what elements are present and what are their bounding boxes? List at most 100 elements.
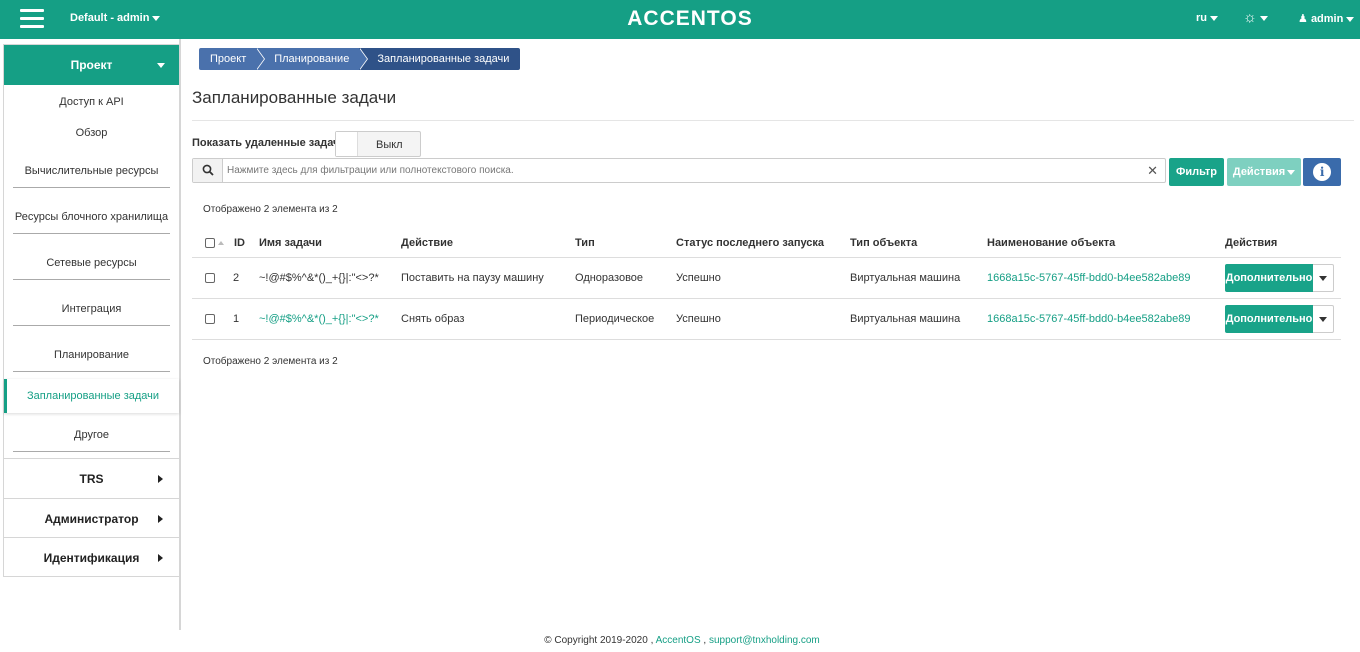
more-dropdown-toggle[interactable]	[1313, 264, 1334, 292]
col-actions: Действия	[1225, 237, 1278, 249]
col-object-name[interactable]: Наименование объекта	[987, 237, 1115, 249]
chevron-right-icon	[158, 475, 163, 483]
sidebar-item-block-storage[interactable]: Ресурсы блочного хранилища	[13, 211, 170, 234]
sidebar-item-integration[interactable]: Интеграция	[13, 303, 170, 326]
user-menu[interactable]: ♟ admin	[1298, 12, 1355, 25]
hamburger-menu-icon[interactable]	[20, 9, 44, 29]
row-task-name-link[interactable]: ~!@#$%^&*()_+{}|:"<>?*	[259, 313, 379, 325]
sun-icon: ☼	[1243, 9, 1257, 26]
actions-button-label: Действия	[1232, 166, 1286, 178]
breadcrumb-scheduling[interactable]: Планирование	[256, 48, 369, 70]
toggle-knob	[336, 132, 358, 156]
sidebar-project-label: Проект	[70, 58, 113, 72]
table-row: 2 ~!@#$%^&*()_+{}|:"<>?* Поставить на па…	[192, 258, 1341, 299]
footer-separator: ,	[703, 635, 707, 646]
sidebar-group-label: Идентификация	[43, 551, 140, 565]
col-task-name[interactable]: Имя задачи	[259, 237, 322, 249]
language-label: ru	[1196, 12, 1207, 24]
sort-asc-icon[interactable]	[218, 241, 224, 245]
footer-brand-link[interactable]: AccentOS	[656, 635, 701, 646]
row-action: Поставить на паузу машину	[401, 272, 544, 284]
row-object-type: Виртуальная машина	[850, 313, 961, 325]
col-object-type[interactable]: Тип объекта	[850, 237, 917, 249]
breadcrumb-project[interactable]: Проект	[199, 48, 266, 70]
row-id: 2	[233, 272, 240, 284]
item-count-top: Отображено 2 элемента из 2	[203, 204, 338, 215]
more-button[interactable]: Дополнительно	[1225, 264, 1313, 292]
search-icon	[193, 159, 223, 182]
sidebar-group-trs[interactable]: TRS	[4, 458, 179, 498]
row-object-type: Виртуальная машина	[850, 272, 961, 284]
sidebar: Проект Доступ к API Обзор Вычислительные…	[3, 44, 180, 577]
sidebar-item-network[interactable]: Сетевые ресурсы	[13, 257, 170, 280]
chevron-down-icon	[1319, 276, 1327, 281]
more-dropdown-toggle[interactable]	[1313, 305, 1334, 333]
brand-logo[interactable]: ACCENTOS	[590, 7, 790, 31]
footer: © Copyright 2019-2020 , AccentOS , suppo…	[0, 635, 1360, 646]
footer-email-link[interactable]: support@tnxholding.com	[709, 635, 820, 646]
col-action[interactable]: Действие	[401, 237, 453, 249]
footer-copyright: © Copyright 2019-2020 ,	[544, 635, 654, 646]
select-all-checkbox[interactable]	[205, 238, 215, 248]
col-last-status[interactable]: Статус последнего запуска	[676, 237, 824, 249]
table-row: 1 ~!@#$%^&*()_+{}|:"<>?* Снять образ Пер…	[192, 299, 1341, 340]
table-header: ID Имя задачи Действие Тип Статус послед…	[192, 228, 1341, 258]
show-deleted-label: Показать удаленные задачи	[192, 137, 347, 149]
row-task-name: ~!@#$%^&*()_+{}|:"<>?*	[259, 272, 379, 284]
item-count-bottom: Отображено 2 элемента из 2	[203, 356, 338, 367]
user-icon: ♟	[1298, 13, 1308, 25]
show-deleted-toggle[interactable]: Выкл	[335, 131, 421, 157]
row-status: Успешно	[676, 272, 721, 284]
chevron-down-icon	[152, 15, 161, 21]
row-action: Снять образ	[401, 313, 465, 325]
sidebar-item-other[interactable]: Другое	[13, 429, 170, 452]
project-selector-label: Default - admin	[70, 12, 150, 24]
row-object-link[interactable]: 1668a15c-5767-45ff-bdd0-b4ee582abe89	[987, 272, 1190, 284]
sidebar-project-header[interactable]: Проект	[4, 45, 179, 85]
toggle-label: Выкл	[376, 139, 403, 151]
actions-button[interactable]: Действия	[1227, 158, 1301, 186]
chevron-down-icon	[1259, 15, 1268, 21]
sidebar-item-scheduled-tasks[interactable]: Запланированные задачи	[4, 379, 179, 413]
user-name: admin	[1310, 13, 1344, 25]
theme-menu[interactable]: ☼	[1243, 9, 1268, 26]
more-button[interactable]: Дополнительно	[1225, 305, 1313, 333]
sidebar-item-compute[interactable]: Вычислительные ресурсы	[13, 165, 170, 188]
language-selector[interactable]: ru	[1196, 12, 1218, 24]
sidebar-group-admin[interactable]: Администратор	[4, 498, 179, 538]
sidebar-group-identity[interactable]: Идентификация	[4, 537, 179, 577]
chevron-down-icon	[1319, 317, 1327, 322]
breadcrumb: Проект Планирование Запланированные зада…	[199, 48, 521, 70]
sidebar-group-label: Администратор	[44, 512, 139, 526]
chevron-down-icon	[1287, 169, 1296, 175]
sidebar-item-api-access[interactable]: Доступ к API	[13, 96, 170, 108]
breadcrumb-scheduled-tasks: Запланированные задачи	[359, 48, 521, 70]
filter-button[interactable]: Фильтр	[1169, 158, 1224, 186]
row-object-link[interactable]: 1668a15c-5767-45ff-bdd0-b4ee582abe89	[987, 313, 1190, 325]
top-navbar: Default - admin ACCENTOS ru ☼ ♟ admin	[0, 0, 1360, 39]
project-selector[interactable]: Default - admin	[70, 12, 161, 24]
chevron-right-icon	[158, 554, 163, 562]
row-status: Успешно	[676, 313, 721, 325]
divider	[192, 120, 1354, 121]
page-title: Запланированные задачи	[192, 88, 397, 107]
row-type: Одноразовое	[575, 272, 644, 284]
search-input[interactable]	[227, 160, 1137, 181]
chevron-right-icon	[158, 515, 163, 523]
row-id: 1	[233, 313, 240, 325]
col-type[interactable]: Тип	[575, 237, 595, 249]
clear-icon[interactable]: ✕	[1147, 163, 1158, 179]
row-checkbox[interactable]	[205, 273, 215, 283]
row-checkbox[interactable]	[205, 314, 215, 324]
row-type: Периодическое	[575, 313, 655, 325]
info-icon: i	[1309, 159, 1335, 185]
sidebar-item-overview[interactable]: Обзор	[13, 127, 170, 139]
chevron-down-icon	[1346, 16, 1355, 22]
sidebar-item-scheduling[interactable]: Планирование	[13, 349, 170, 372]
col-id[interactable]: ID	[234, 237, 245, 249]
sidebar-group-label: TRS	[79, 472, 104, 486]
chevron-down-icon	[1210, 15, 1218, 21]
info-button[interactable]: i	[1303, 158, 1341, 186]
search-box: ✕	[192, 158, 1166, 183]
chevron-down-icon	[157, 63, 165, 68]
